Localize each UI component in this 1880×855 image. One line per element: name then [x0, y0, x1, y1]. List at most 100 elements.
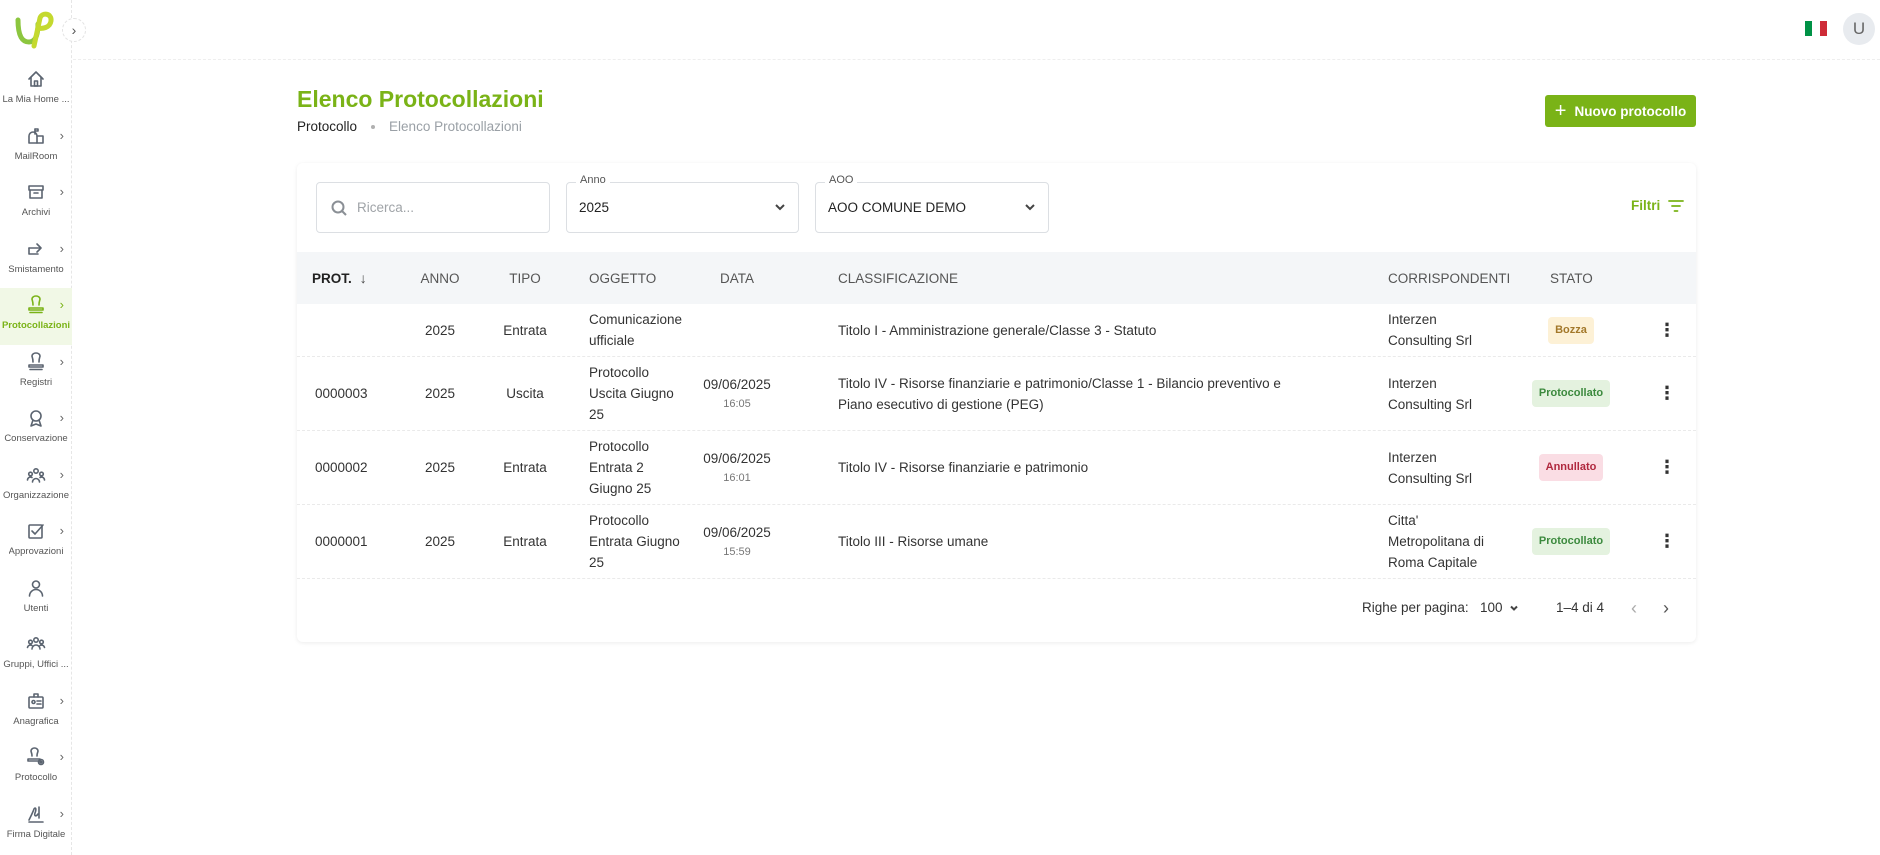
user-icon — [25, 577, 47, 599]
table-row[interactable]: 2025 Entrata Comunicazione ufficiale Titolo… — [297, 304, 1696, 357]
row-actions-button[interactable]: ⋮ — [1655, 431, 1679, 504]
cell-anno: 2025 — [424, 534, 456, 549]
sidebar-item-smistamento[interactable]: Smistamento › — [0, 232, 72, 289]
sidebar-item-label: Approvazioni — [8, 546, 64, 557]
sidebar-item-label: Smistamento — [8, 263, 64, 275]
filters-button[interactable]: Filtri — [1631, 198, 1685, 213]
cell-stato: Protocollato — [1523, 505, 1619, 578]
cell-stato: Protocollato — [1523, 357, 1619, 430]
cell-classificazione: Titolo I - Amministrazione generale/Clas… — [838, 322, 1157, 338]
column-header-anno[interactable]: ANNO — [405, 252, 475, 304]
cell-data: 09/06/2025 16:05 — [692, 357, 782, 430]
chevron-right-icon: › — [59, 127, 64, 143]
table-row[interactable]: 0000001 2025 Entrata Protocollo Entrata Giu… — [297, 505, 1696, 579]
rows-per-page-label: Righe per pagina: — [1362, 600, 1469, 615]
aoo-select[interactable]: AOO AOO COMUNE DEMO — [815, 174, 1049, 233]
anno-select[interactable]: Anno 2025 — [566, 174, 799, 233]
cell-prot: 0000003 — [315, 386, 368, 401]
chevron-down-icon — [1509, 605, 1518, 611]
search-box[interactable] — [316, 182, 550, 233]
pagination-range: 1–4 di 4 — [1556, 600, 1605, 615]
page-title: Elenco Protocollazioni — [297, 86, 544, 112]
table-row[interactable]: 0000003 2025 Uscita Protocollo Uscita Giugn… — [297, 357, 1696, 431]
rows-per-page-select[interactable]: 100 — [1480, 600, 1519, 615]
sidebar-item-mailroom[interactable]: MailRoom › — [0, 119, 72, 176]
italian-flag-icon[interactable] — [1805, 21, 1827, 36]
cell-classificazione: Titolo IV - Risorse finanziarie e patrim… — [838, 460, 1089, 475]
sidebar-item-label: Registri — [19, 376, 53, 388]
cell-anno: 2025 — [424, 386, 456, 401]
sidebar-item-registri[interactable]: Registri › — [0, 345, 72, 402]
next-page-button[interactable]: › — [1663, 598, 1669, 619]
column-header-oggetto[interactable]: OGGETTO — [589, 252, 656, 304]
column-header-classificazione[interactable]: CLASSIFICAZIONE — [838, 252, 958, 304]
cell-corrispondenti: Interzen Consulting Srl — [1388, 449, 1473, 486]
chevron-right-icon: › — [59, 297, 64, 312]
chevron-right-icon: › — [59, 410, 64, 425]
cell-tipo: Uscita — [506, 386, 544, 401]
breadcrumb-current: Elenco Protocollazioni — [389, 119, 522, 134]
row-actions-button[interactable]: ⋮ — [1655, 304, 1679, 356]
flag-stripe-red — [1819, 21, 1827, 36]
anno-select-value: 2025 — [579, 200, 610, 215]
more-vertical-icon: ⋮ — [1658, 457, 1676, 477]
chevron-right-icon: › — [59, 466, 64, 482]
sidebar-item-organizzazione[interactable]: Organizzazione › — [0, 458, 72, 515]
sidebar-item-label: Protocollazioni — [1, 320, 71, 331]
cell-corrispondenti: Interzen Consulting Srl — [1388, 375, 1473, 412]
sidebar-item-la-mia-home[interactable]: La Mia Home ... — [0, 62, 72, 119]
app-logo[interactable] — [12, 10, 56, 50]
cell-data-time: 16:01 — [723, 472, 751, 484]
chevron-right-icon: › — [59, 353, 64, 369]
user-avatar[interactable]: U — [1843, 13, 1875, 45]
sidebar-item-label: Conservazione — [4, 433, 68, 444]
sidebar-item-archivi[interactable]: Archivi › — [0, 175, 72, 232]
cell-corrispondenti: Citta' Metropolitana di Roma Capitale — [1388, 513, 1485, 570]
search-input[interactable] — [357, 200, 537, 215]
sidebar-toggle-button[interactable]: › — [62, 18, 86, 42]
column-header-data[interactable]: DATA — [692, 252, 782, 304]
sidebar-item-label: MailRoom — [14, 150, 58, 162]
chevron-right-icon: › — [59, 692, 64, 708]
sidebar-item-anagrafica[interactable]: Anagrafica › — [0, 684, 72, 741]
column-header-corrispondenti[interactable]: CORRISPONDENTI — [1388, 252, 1510, 304]
sidebar-item-label: Anagrafica — [13, 715, 59, 727]
row-actions-button[interactable]: ⋮ — [1655, 505, 1679, 578]
previous-page-button[interactable]: ‹ — [1631, 598, 1637, 619]
status-badge: Annullato — [1538, 454, 1604, 481]
column-header-prot[interactable]: PROT. ↓ — [312, 252, 367, 304]
sidebar-item-approvazioni[interactable]: Approvazioni › — [0, 514, 72, 571]
cell-oggetto: Protocollo Entrata 2 Giugno 25 — [589, 439, 652, 496]
sidebar-item-firma-digitale[interactable]: Firma Digitale › — [0, 797, 72, 854]
column-header-prot-label: PROT. — [312, 270, 352, 286]
aoo-select-value: AOO COMUNE DEMO — [828, 200, 967, 215]
flag-stripe-green — [1805, 21, 1813, 36]
table-row[interactable]: 0000002 2025 Entrata Protocollo Entrata 2 G… — [297, 431, 1696, 505]
column-header-stato[interactable]: STATO — [1550, 252, 1593, 304]
checkbox-icon — [25, 520, 47, 542]
cell-prot: 0000002 — [315, 460, 368, 475]
breadcrumb-separator — [371, 124, 376, 129]
sidebar-item-conservazione[interactable]: Conservazione › — [0, 401, 72, 458]
sidebar-item-protocollazioni[interactable]: Protocollazioni › — [0, 288, 72, 345]
cell-data: 09/06/2025 15:59 — [692, 505, 782, 578]
cell-data-time: 15:59 — [723, 546, 751, 558]
more-vertical-icon: ⋮ — [1658, 383, 1676, 403]
sidebar-item-gruppi-uffici[interactable]: Gruppi, Uffici ... — [0, 627, 72, 684]
sidebar-item-protocollo[interactable]: Protocollo › — [0, 740, 72, 797]
chevron-right-icon: › — [59, 184, 64, 199]
row-actions-button[interactable]: ⋮ — [1655, 357, 1679, 430]
column-header-tipo[interactable]: TIPO — [485, 252, 565, 304]
cell-stato: Annullato — [1523, 431, 1619, 504]
new-protocol-button[interactable]: + Nuovo protocollo — [1545, 95, 1696, 127]
cell-corrispondenti: Interzen Consulting Srl — [1388, 312, 1473, 348]
cell-tipo: Entrata — [503, 460, 547, 475]
breadcrumb-root-link[interactable]: Protocollo — [297, 119, 357, 134]
status-badge: Bozza — [1548, 316, 1594, 344]
award-icon — [25, 407, 47, 429]
plus-icon: + — [1554, 100, 1567, 122]
chevron-right-icon: › — [59, 749, 64, 764]
anno-select-label: Anno — [576, 174, 610, 186]
sidebar-item-utenti[interactable]: Utenti — [0, 571, 72, 628]
breadcrumb: Protocollo Elenco Protocollazioni — [297, 119, 522, 134]
